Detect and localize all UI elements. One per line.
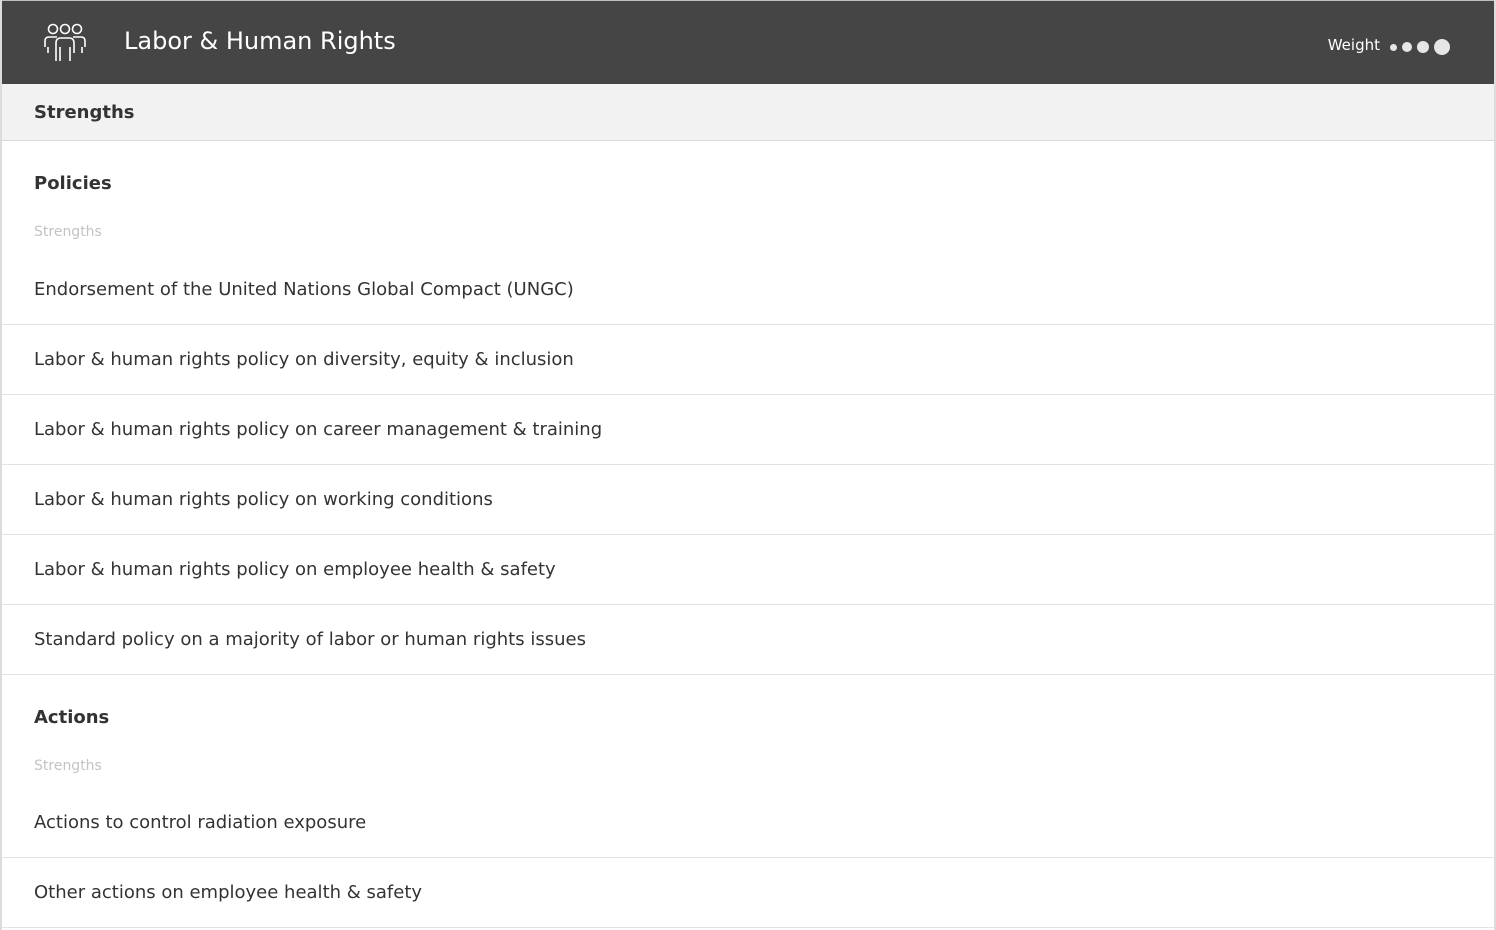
list-item[interactable]: Standard policy on a majority of labor o… — [2, 605, 1494, 675]
group-subtitle: Strengths — [34, 224, 102, 240]
group-header-actions: Actions Strengths — [2, 675, 1494, 788]
weight-dot-4 — [1434, 39, 1450, 55]
weight-dot-1 — [1390, 43, 1397, 51]
group-title: Actions — [34, 707, 110, 728]
group-title: Policies — [34, 173, 112, 194]
topic-title: Labor & Human Rights — [124, 27, 396, 55]
list-item[interactable]: Endorsement of the United Nations Global… — [2, 254, 1494, 325]
list-item[interactable]: Labor & human rights policy on diversity… — [2, 325, 1494, 395]
topic-panel: Labor & Human Rights Weight Strengths Po… — [0, 0, 1496, 930]
people-group-icon — [44, 23, 86, 61]
list-item[interactable]: Other actions on employee health & safet… — [2, 858, 1494, 928]
weight-dots — [1390, 39, 1450, 55]
list-item[interactable]: Labor & human rights policy on working c… — [2, 465, 1494, 535]
group-header-policies: Policies Strengths — [2, 141, 1494, 254]
topic-header: Labor & Human Rights Weight — [2, 0, 1494, 84]
weight-indicator: Weight — [1328, 35, 1450, 55]
weight-dot-2 — [1402, 42, 1412, 52]
weight-dot-3 — [1417, 41, 1429, 53]
list-item[interactable]: Labor & human rights policy on employee … — [2, 535, 1494, 605]
list-item[interactable]: Actions to control radiation exposure — [2, 788, 1494, 858]
weight-label: Weight — [1327, 36, 1380, 54]
section-title: Strengths — [34, 101, 135, 123]
strengths-section-header: Strengths — [2, 84, 1494, 141]
group-subtitle: Strengths — [34, 758, 102, 774]
list-item[interactable]: Labor & human rights policy on career ma… — [2, 395, 1494, 465]
